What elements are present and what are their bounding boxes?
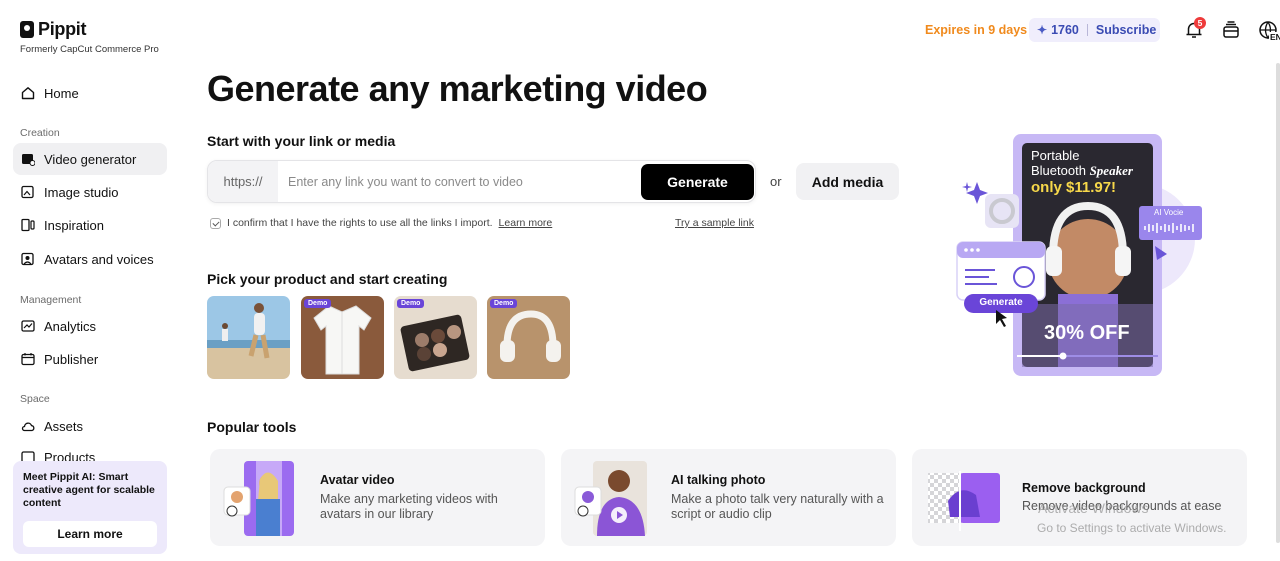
notification-button[interactable]: 5: [1184, 17, 1206, 40]
inbox-button[interactable]: [1221, 20, 1241, 40]
sidebar-item-avatars-and-voices[interactable]: Avatars and voices: [13, 243, 167, 275]
hero-headline: Portable Bluetooth Speaker: [1031, 148, 1133, 178]
language-label: EN: [1269, 32, 1280, 42]
sidebar-item-label: Analytics: [44, 318, 97, 334]
eyeshadow-photo: [394, 296, 477, 379]
remove-background-thumbnail: [928, 471, 1000, 531]
expires-label[interactable]: Expires in 9 days: [925, 23, 1027, 37]
tool-description: Make any marketing videos with avatars i…: [320, 492, 498, 521]
headphones-photo: [487, 296, 570, 379]
tool-card-ai-talking-photo[interactable]: AI talking photo Make a photo talk very …: [561, 449, 896, 546]
section-label-space: Space: [20, 393, 50, 405]
video-generator-icon: [22, 154, 35, 166]
sidebar-item-products[interactable]: Products: [13, 443, 167, 461]
sidebar: Pippit Formerly CapCut Commerce Pro Home…: [0, 0, 180, 561]
sidebar-item-label: Image studio: [44, 184, 119, 200]
avatar-video-thumbnail: [223, 461, 294, 536]
hero-headline-line: Portable: [1031, 148, 1080, 163]
learn-more-button[interactable]: Learn more: [23, 521, 157, 547]
sidebar-item-label: Publisher: [44, 351, 99, 367]
tool-card-avatar-video[interactable]: Avatar video Make any marketing videos w…: [210, 449, 545, 546]
brand-subtitle: Formerly CapCut Commerce Pro: [20, 44, 159, 55]
top-bar: Expires in 9 days ✦ 1760 Subscribe 5 EN: [680, 16, 1280, 46]
confirm-checkbox[interactable]: [210, 217, 221, 229]
pick-product-title: Pick your product and start creating: [207, 271, 448, 287]
credits-count: 1760: [1051, 23, 1079, 37]
product-thumbnail[interactable]: Demo: [394, 296, 477, 379]
brand-logo[interactable]: Pippit: [20, 19, 87, 40]
link-input[interactable]: [288, 169, 638, 194]
calendar-icon: [21, 353, 35, 366]
hero-headline-italic: Speaker: [1089, 163, 1133, 178]
pippit-logo-icon: [20, 21, 34, 38]
sparkle-icon: ✦: [1037, 23, 1048, 37]
sidebar-item-video-generator[interactable]: Video generator: [13, 143, 167, 175]
hero-illustration: Portable Bluetooth Speaker only $11.97! …: [955, 134, 1205, 379]
subscribe-link[interactable]: Subscribe: [1096, 23, 1156, 37]
page-title: Generate any marketing video: [207, 68, 708, 109]
sidebar-item-analytics[interactable]: Analytics: [13, 310, 167, 342]
image-studio-icon: [21, 185, 34, 199]
notification-badge: 5: [1194, 17, 1206, 29]
stack-icon: [1223, 21, 1239, 38]
tool-title: Avatar video: [320, 473, 395, 487]
hero-discount: 30% OFF: [1044, 322, 1130, 344]
activate-windows-hint: Go to Settings to activate Windows.: [1037, 521, 1227, 535]
learn-more-link[interactable]: Learn more: [499, 217, 553, 229]
confirm-text: I confirm that I have the rights to use …: [227, 217, 493, 229]
talking-photo-thumbnail: [574, 461, 647, 536]
sidebar-item-label: Assets: [44, 418, 84, 434]
sidebar-item-inspiration[interactable]: Inspiration: [13, 209, 167, 241]
sidebar-item-home[interactable]: Home: [13, 77, 167, 109]
demo-badge: Demo: [397, 299, 425, 308]
sidebar-item-label: Home: [44, 85, 79, 101]
section-label-management: Management: [20, 294, 82, 306]
product-thumbnail[interactable]: Demo: [487, 296, 570, 379]
demo-badge: Demo: [490, 299, 518, 308]
rights-confirmation: I confirm that I have the rights to use …: [210, 217, 552, 229]
sidebar-item-label: Avatars and voices: [44, 251, 154, 267]
products-icon: [21, 451, 35, 461]
popular-tools-title: Popular tools: [207, 419, 297, 435]
page-scrollbar[interactable]: [1276, 63, 1280, 543]
hero-headline-line: Bluetooth: [1031, 163, 1086, 178]
sidebar-item-label: Inspiration: [44, 217, 104, 233]
demo-badge: Demo: [304, 299, 332, 308]
activate-windows-watermark: Activate Windows: [1038, 500, 1149, 516]
sidebar-item-assets[interactable]: Assets: [13, 410, 167, 442]
sidebar-item-image-studio[interactable]: Image studio: [13, 176, 167, 208]
sidebar-item-label: Products: [44, 450, 96, 461]
product-thumbnail[interactable]: Demo: [301, 296, 384, 379]
product-thumbnail[interactable]: [207, 296, 290, 379]
avatar-icon: [21, 252, 34, 266]
brand-name: Pippit: [38, 19, 87, 39]
ai-voice-label: AI Vocie: [1154, 208, 1184, 217]
hero-price: only $11.97!: [1031, 179, 1117, 196]
url-prefix: https://: [208, 161, 278, 202]
shirt-photo: [301, 296, 384, 379]
language-button[interactable]: EN: [1258, 20, 1280, 42]
promo-text: Meet Pippit AI: Smart creative agent for…: [23, 471, 155, 509]
hero-generate-pill: Generate: [979, 297, 1023, 308]
analytics-icon: [21, 320, 35, 332]
sample-link[interactable]: Try a sample link: [675, 217, 754, 229]
link-section-title: Start with your link or media: [207, 133, 396, 149]
or-label: or: [770, 174, 782, 189]
inspiration-icon: [21, 218, 35, 232]
promo-card: Meet Pippit AI: Smart creative agent for…: [13, 461, 167, 554]
tool-title: AI talking photo: [671, 473, 766, 487]
cloud-icon: [21, 422, 35, 432]
sidebar-item-label: Video generator: [44, 151, 137, 167]
divider: [1086, 24, 1088, 36]
beach-photo: [207, 296, 290, 379]
add-media-button[interactable]: Add media: [796, 163, 899, 200]
link-input-box: https:// Generate: [207, 160, 756, 203]
tool-title: Remove background: [1022, 481, 1146, 495]
section-label-creation: Creation: [20, 127, 60, 139]
tool-description: Make a photo talk very naturally with a …: [671, 492, 884, 521]
home-icon: [21, 87, 35, 100]
generate-button[interactable]: Generate: [641, 164, 754, 200]
sidebar-item-publisher[interactable]: Publisher: [13, 343, 167, 375]
credits-pill[interactable]: ✦ 1760 Subscribe: [1029, 18, 1160, 42]
